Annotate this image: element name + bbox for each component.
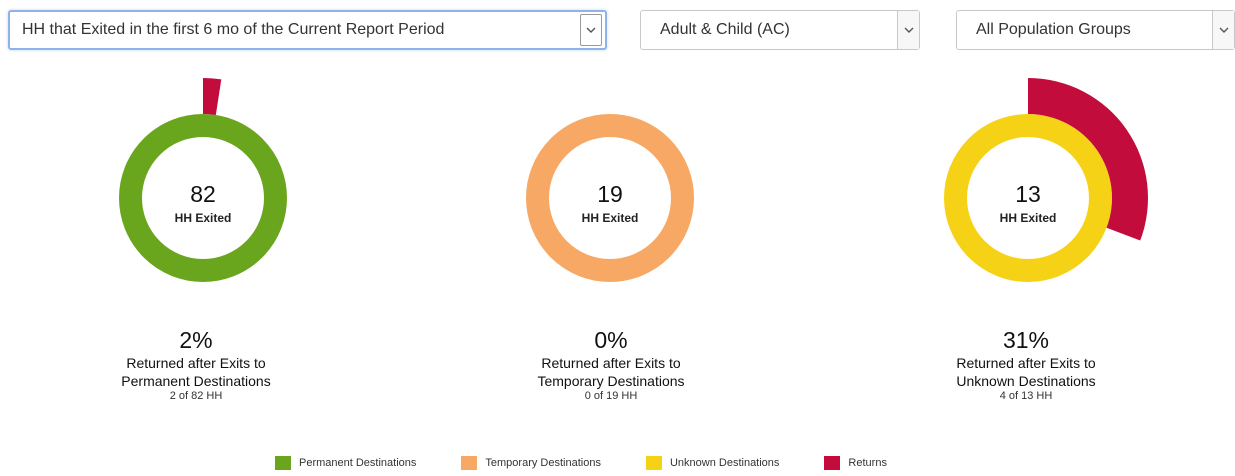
temporary-count-label: HH Exited: [581, 211, 639, 225]
permanent-count: 82: [190, 181, 216, 207]
permanent-stat: 2% Returned after Exits to Permanent Des…: [66, 326, 326, 403]
household-select[interactable]: Adult & Child (AC): [640, 10, 920, 50]
population-select-value: All Population Groups: [976, 21, 1131, 38]
period-select-value: HH that Exited in the first 6 mo of the …: [22, 21, 445, 38]
chevron-down-icon[interactable]: [897, 11, 919, 49]
legend-item-permanent[interactable]: Permanent Destinations: [275, 456, 416, 470]
permanent-stat-sub: 2 of 82 HH: [169, 390, 223, 402]
legend-swatch-temporary: [461, 456, 478, 470]
permanent-center: 82 HH Exited: [83, 181, 323, 225]
permanent-count-label: HH Exited: [174, 211, 232, 225]
unknown-stat-sub: 4 of 13 HH: [999, 390, 1053, 402]
unknown-stat: 31% Returned after Exits to Unknown Dest…: [896, 326, 1156, 403]
household-select-value: Adult & Child (AC): [660, 21, 790, 38]
temporary-donut-chart: 19 HH Exited: [490, 78, 730, 318]
temporary-stat-line1: Returned after Exits to: [541, 355, 681, 371]
legend-swatch-unknown: [645, 456, 662, 470]
legend-label-unknown: Unknown Destinations: [669, 457, 780, 469]
chart-legend: Permanent Destinations Temporary Destina…: [275, 456, 932, 470]
permanent-stat-line2: Permanent Destinations: [121, 373, 271, 389]
temporary-center: 19 HH Exited: [490, 181, 730, 225]
legend-label-returns: Returns: [848, 457, 887, 469]
temporary-stat-line2: Temporary Destinations: [537, 373, 685, 389]
unknown-stat-line2: Unknown Destinations: [956, 373, 1096, 389]
temporary-stat-sub: 0 of 19 HH: [584, 390, 638, 402]
permanent-stat-line1: Returned after Exits to: [126, 355, 266, 371]
unknown-stat-line1: Returned after Exits to: [956, 355, 1096, 371]
legend-item-temporary[interactable]: Temporary Destinations: [461, 456, 601, 470]
chevron-down-icon[interactable]: [580, 14, 602, 46]
unknown-return-pct: 31%: [1002, 327, 1050, 353]
temporary-stat: 0% Returned after Exits to Temporary Des…: [481, 326, 741, 403]
chevron-down-icon[interactable]: [1212, 11, 1234, 49]
permanent-return-pct: 2%: [179, 327, 213, 353]
legend-item-returns[interactable]: Returns: [824, 456, 887, 470]
unknown-count-label: HH Exited: [999, 211, 1057, 225]
unknown-center: 13 HH Exited: [908, 181, 1148, 225]
permanent-donut-chart: 82 HH Exited: [83, 78, 323, 318]
unknown-count: 13: [1015, 181, 1041, 207]
legend-item-unknown[interactable]: Unknown Destinations: [645, 456, 780, 470]
unknown-donut-chart: 13 HH Exited: [908, 78, 1148, 318]
permanent-returns-arc: [203, 78, 222, 115]
legend-swatch-permanent: [275, 456, 291, 470]
temporary-count: 19: [597, 181, 623, 207]
legend-label-temporary: Temporary Destinations: [485, 457, 601, 469]
temporary-return-pct: 0%: [594, 327, 628, 353]
legend-swatch-returns: [824, 456, 841, 470]
period-select[interactable]: HH that Exited in the first 6 mo of the …: [8, 10, 607, 50]
population-select[interactable]: All Population Groups: [956, 10, 1235, 50]
legend-label-permanent: Permanent Destinations: [299, 457, 417, 469]
